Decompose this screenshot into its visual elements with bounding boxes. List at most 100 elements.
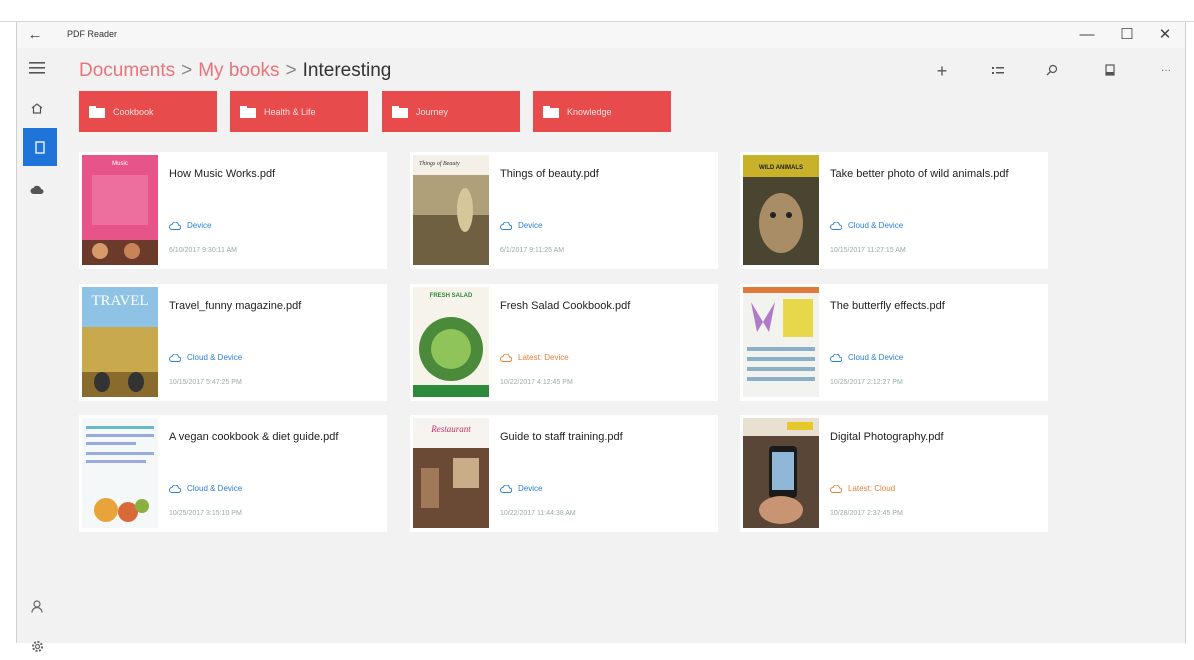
book-location: Device	[169, 221, 211, 230]
book-title: A vegan cookbook & diet guide.pdf	[169, 431, 339, 443]
location-label: Cloud & Device	[848, 221, 904, 230]
book-cover-travel: TRAVEL	[82, 287, 158, 397]
book-location: Cloud & Device	[169, 484, 242, 493]
add-button[interactable]: +	[929, 60, 955, 82]
book-location: Cloud & Device	[169, 353, 242, 362]
cloud-icon	[169, 484, 181, 493]
location-label: Device	[518, 484, 543, 493]
folder-label: Journey	[416, 106, 449, 117]
book-title: Guide to staff training.pdf	[500, 431, 623, 443]
book-date: 10/15/2017 11:27:15 AM	[830, 247, 906, 254]
book-date: 10/25/2017 3:15:10 PM	[169, 510, 242, 517]
cover-text: Things of Beauty	[419, 160, 460, 167]
book-date: 10/15/2017 5:47:25 PM	[169, 379, 242, 386]
folder-journey[interactable]: Journey	[382, 91, 520, 132]
book-location: Cloud & Device	[830, 353, 903, 362]
book-cover-music: Music	[82, 155, 158, 265]
book-card[interactable]: Music How Music Works.pdf Device 6/10/20…	[79, 152, 387, 269]
book-title: Take better photo of wild animals.pdf	[830, 168, 1009, 180]
location-label: Cloud & Device	[187, 484, 243, 493]
book-title: How Music Works.pdf	[169, 168, 276, 180]
book-location: Cloud & Device	[830, 221, 903, 230]
cloud-icon[interactable]	[23, 176, 51, 204]
cloud-icon	[500, 221, 512, 230]
folder-label: Health & Life	[264, 106, 316, 117]
breadcrumb-separator: >	[285, 60, 297, 81]
folder-icon	[543, 105, 559, 118]
cloud-icon	[830, 221, 842, 230]
user-icon[interactable]	[23, 592, 51, 620]
cloud-icon	[169, 353, 181, 362]
book-date: 10/25/2017 2:12:27 PM	[830, 379, 903, 386]
cloud-icon	[500, 353, 512, 362]
list-view-icon[interactable]	[985, 60, 1011, 82]
folder-label: Cookbook	[113, 106, 154, 117]
book-cover-butterfly	[743, 287, 819, 397]
folder-icon	[240, 105, 256, 118]
book-cover-photography	[743, 418, 819, 528]
book-date: 6/1/2017 9:11:25 AM	[500, 247, 565, 254]
open-file-icon[interactable]	[1097, 60, 1123, 82]
more-options-icon[interactable]: ···	[1153, 60, 1179, 82]
cloud-icon	[830, 353, 842, 362]
book-card[interactable]: Things of Beauty Things of beauty.pdf De…	[410, 152, 718, 269]
window-title: PDF Reader	[67, 29, 118, 39]
cloud-icon	[830, 484, 842, 493]
book-card[interactable]: A vegan cookbook & diet guide.pdf Cloud …	[79, 415, 387, 532]
folder-knowledge[interactable]: Knowledge	[533, 91, 671, 132]
settings-gear-icon[interactable]	[23, 632, 51, 660]
hamburger-menu-icon[interactable]	[23, 54, 51, 82]
cover-text: Music	[112, 161, 128, 167]
cover-text: FRESH SALAD	[430, 293, 473, 299]
book-card[interactable]: FRESH SALAD Fresh Salad Cookbook.pdf Lat…	[410, 284, 718, 401]
location-label: Device	[187, 221, 212, 230]
home-icon[interactable]	[23, 94, 51, 122]
book-card[interactable]: WILD ANIMALS Take better photo of wild a…	[740, 152, 1048, 269]
breadcrumb-current: Interesting	[302, 60, 392, 81]
book-cover-salad: FRESH SALAD	[413, 287, 489, 397]
library-icon[interactable]	[23, 128, 57, 166]
location-label: Cloud & Device	[848, 353, 904, 362]
cloud-icon	[169, 221, 181, 230]
back-arrow-icon[interactable]: ←	[25, 25, 45, 45]
folder-cookbook[interactable]: Cookbook	[79, 91, 217, 132]
cover-text: TRAVEL	[91, 293, 148, 309]
location-label: Cloud & Device	[187, 353, 243, 362]
book-cover-vegan	[82, 418, 158, 528]
search-icon[interactable]	[1039, 60, 1065, 82]
breadcrumb-separator: >	[181, 60, 193, 81]
book-cover-restaurant: Restaurant	[413, 418, 489, 528]
book-location: Device	[500, 484, 542, 493]
app-window: ← PDF Reader — ☐ ✕ Documents > My books > In…	[16, 22, 1186, 652]
folder-health-life[interactable]: Health & Life	[230, 91, 368, 132]
book-card[interactable]: Digital Photography.pdf Latest: Cloud 10…	[740, 415, 1048, 532]
book-title: Fresh Salad Cookbook.pdf	[500, 300, 631, 312]
book-title: Travel_funny magazine.pdf	[169, 300, 302, 312]
close-button[interactable]: ✕	[1145, 22, 1185, 48]
book-card[interactable]: TRAVEL Travel_funny magazine.pdf Cloud &…	[79, 284, 387, 401]
cover-text: WILD ANIMALS	[759, 165, 803, 171]
book-cover-beauty: Things of Beauty	[413, 155, 489, 265]
book-card[interactable]: Restaurant Guide to staff training.pdf D…	[410, 415, 718, 532]
book-location: Latest: Device	[500, 353, 569, 362]
breadcrumb-my-books[interactable]: My books	[198, 60, 279, 81]
top-strip	[0, 0, 1194, 22]
maximize-button[interactable]: ☐	[1107, 22, 1147, 48]
location-label: Latest: Device	[518, 353, 569, 362]
title-bar: ← PDF Reader — ☐ ✕	[17, 22, 1185, 48]
cover-text: Restaurant	[430, 424, 471, 434]
book-date: 6/10/2017 9:30:11 AM	[169, 247, 237, 254]
location-label: Device	[518, 221, 543, 230]
book-date: 10/22/2017 4:12:45 PM	[500, 379, 573, 386]
book-cover-wild: WILD ANIMALS	[743, 155, 819, 265]
book-card[interactable]: The butterfly effects.pdf Cloud & Device…	[740, 284, 1048, 401]
breadcrumb-documents[interactable]: Documents	[79, 60, 175, 81]
folder-icon	[89, 105, 105, 118]
navigation-rail	[17, 48, 57, 652]
minimize-button[interactable]: —	[1067, 22, 1107, 48]
folder-label: Knowledge	[567, 106, 612, 117]
breadcrumb: Documents > My books > Interesting	[79, 60, 391, 82]
book-title: Things of beauty.pdf	[500, 168, 599, 180]
book-location: Device	[500, 221, 542, 230]
cloud-icon	[500, 484, 512, 493]
